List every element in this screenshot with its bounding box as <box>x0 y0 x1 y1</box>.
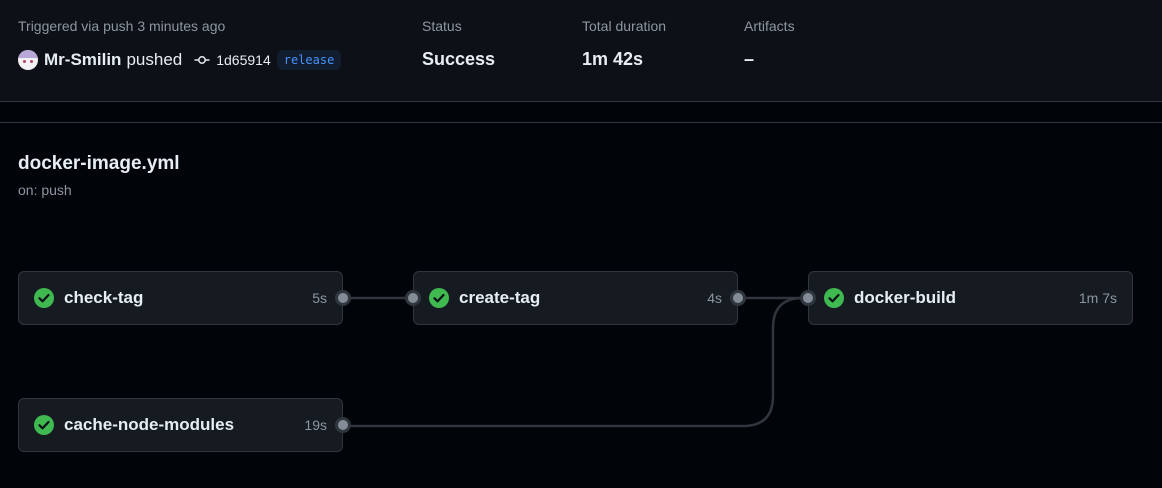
job-name: docker-build <box>854 288 957 307</box>
job-name: cache-node-modules <box>64 415 235 434</box>
job-check-tag[interactable]: check-tag 5s <box>18 271 343 325</box>
job-duration: 1m 7s <box>1078 290 1117 306</box>
job-name: check-tag <box>64 288 144 307</box>
job-duration: 4s <box>707 290 722 306</box>
check-circle-icon <box>34 415 54 435</box>
job-cache-node-modules[interactable]: cache-node-modules 19s <box>18 398 343 452</box>
job-duration: 5s <box>312 290 327 306</box>
port-out-check-tag <box>335 290 351 306</box>
job-docker-build[interactable]: docker-build 1m 7s <box>808 271 1133 325</box>
job-duration: 19s <box>304 417 327 433</box>
port-in-docker-build <box>800 290 816 306</box>
port-out-cache-node-modules <box>335 417 351 433</box>
check-circle-icon <box>34 288 54 308</box>
check-circle-icon <box>429 288 449 308</box>
job-name: create-tag <box>459 288 541 307</box>
job-create-tag[interactable]: create-tag 4s <box>413 271 738 325</box>
port-in-create-tag <box>405 290 421 306</box>
check-circle-icon <box>824 288 844 308</box>
port-out-create-tag <box>730 290 746 306</box>
